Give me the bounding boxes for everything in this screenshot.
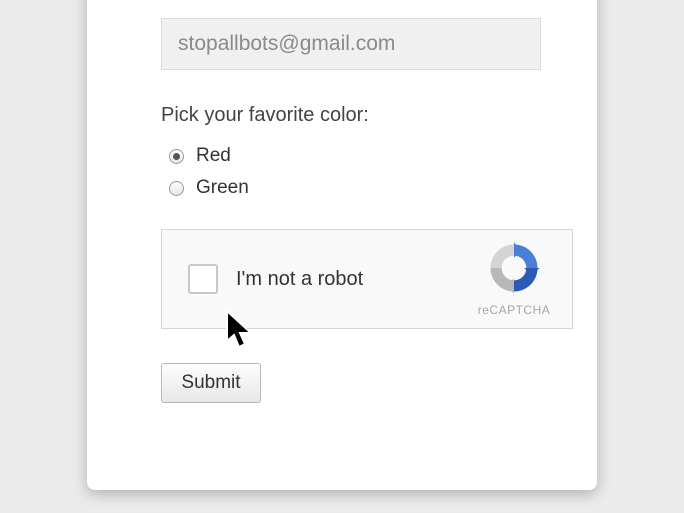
- recaptcha-icon: [486, 240, 542, 296]
- recaptcha-checkbox[interactable]: [188, 264, 218, 294]
- radio-green[interactable]: Green: [169, 177, 567, 199]
- color-question-label: Pick your favorite color:: [161, 104, 567, 127]
- radio-red[interactable]: Red: [169, 145, 567, 167]
- radio-red-label: Red: [196, 145, 231, 167]
- radio-icon: [169, 181, 184, 196]
- email-value: stopallbots@gmail.com: [178, 32, 395, 56]
- radio-icon: [169, 149, 184, 164]
- recaptcha-label: I'm not a robot: [236, 268, 363, 291]
- email-field[interactable]: stopallbots@gmail.com: [161, 18, 541, 70]
- radio-green-label: Green: [196, 177, 249, 199]
- submit-label: Submit: [181, 372, 240, 394]
- recaptcha-widget: I'm not a robot reCAPTCHA: [161, 229, 573, 329]
- submit-button[interactable]: Submit: [161, 363, 261, 403]
- color-radio-group: Red Green: [169, 145, 567, 199]
- form-card: stopallbots@gmail.com Pick your favorite…: [87, 0, 597, 490]
- recaptcha-brand-text: reCAPTCHA: [474, 303, 554, 317]
- recaptcha-brand: reCAPTCHA: [474, 240, 554, 317]
